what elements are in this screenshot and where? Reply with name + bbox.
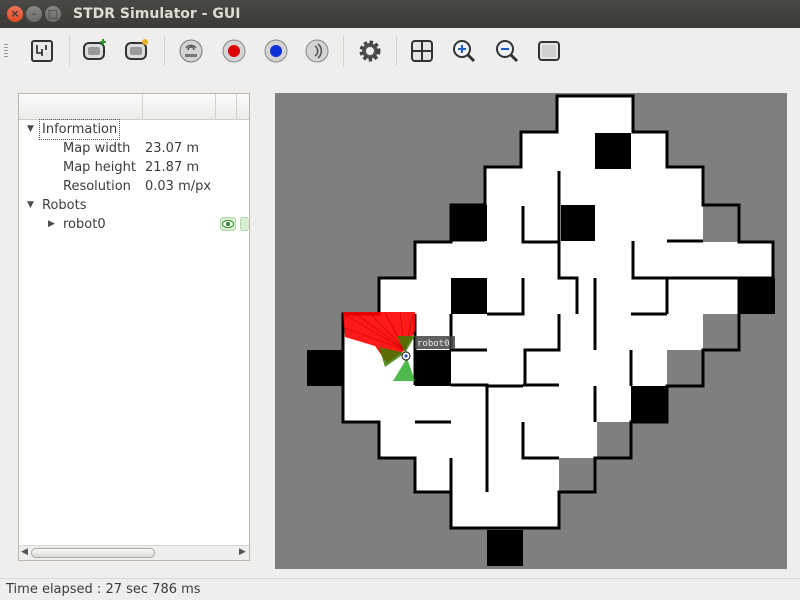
gear-icon: [359, 40, 381, 62]
load-map-button[interactable]: [28, 37, 56, 65]
tree-item-label: robot0: [63, 217, 106, 232]
map-view[interactable]: robot0: [275, 93, 787, 569]
grid-icon: [411, 40, 433, 62]
property-value: 21.87 m: [145, 160, 200, 175]
toolbar-separator: [69, 36, 70, 66]
tree-item-resolution[interactable]: Resolution 0.03 m/px: [19, 177, 249, 196]
fit-window-icon: [538, 41, 560, 61]
map-icon: [31, 40, 53, 62]
tree-item-robot0[interactable]: ▶ robot0: [19, 215, 249, 234]
scrollbar-thumb[interactable]: [31, 548, 155, 558]
maximize-window-button[interactable]: □: [45, 6, 61, 22]
info-tree: ▼ Information Map width 23.07 m Map heig…: [19, 119, 249, 545]
toolbar-separator: [343, 36, 344, 66]
add-sound-source-button[interactable]: [303, 37, 331, 65]
tree-item-map-width[interactable]: Map width 23.07 m: [19, 139, 249, 158]
grid-button[interactable]: [408, 37, 436, 65]
toolbar-separator: [164, 36, 165, 66]
add-thermal-source-button[interactable]: [262, 37, 290, 65]
load-robot-button[interactable]: [123, 37, 151, 65]
window-title: STDR Simulator - GUI: [73, 6, 241, 22]
header-column-divider[interactable]: [215, 94, 216, 120]
horizontal-scrollbar[interactable]: ◀ ▶: [19, 545, 249, 560]
property-label: Resolution: [63, 179, 131, 194]
scroll-left-icon[interactable]: ◀: [21, 547, 28, 557]
blue-dot-icon: [264, 39, 288, 63]
toolbar-separator: [396, 36, 397, 66]
collapse-arrow-icon[interactable]: ▼: [27, 196, 34, 215]
tree-item-label: Information: [38, 119, 121, 140]
zoom-out-button[interactable]: [493, 37, 521, 65]
title-bar: × – □ STDR Simulator - GUI: [0, 0, 800, 28]
time-elapsed-label: Time elapsed : 27 sec 786 ms: [6, 582, 201, 597]
rfid-icon: [179, 39, 203, 63]
tree-item-information[interactable]: ▼ Information: [19, 119, 249, 140]
close-window-button[interactable]: ×: [7, 6, 23, 22]
add-robot-button[interactable]: [81, 37, 109, 65]
robot-label-tag: robot0: [415, 336, 455, 349]
toolbar-grip[interactable]: [4, 44, 8, 58]
tree-item-map-height[interactable]: Map height 21.87 m: [19, 158, 249, 177]
red-dot-icon: [222, 39, 246, 63]
fit-view-button[interactable]: [535, 37, 563, 65]
property-value: 23.07 m: [145, 141, 200, 156]
toolbar: [0, 28, 800, 74]
property-label: Map width: [63, 141, 131, 156]
collapse-arrow-icon[interactable]: ▼: [27, 120, 34, 139]
add-rfid-button[interactable]: [177, 37, 205, 65]
zoom-in-button[interactable]: [450, 37, 478, 65]
property-label: Map height: [63, 160, 137, 175]
header-column-divider[interactable]: [142, 94, 143, 120]
add-co2-source-button[interactable]: [220, 37, 248, 65]
status-bar: Time elapsed : 27 sec 786 ms: [0, 578, 800, 600]
laser-visibility-eye-icon[interactable]: [240, 217, 249, 231]
zoom-out-icon: [496, 40, 519, 63]
map-canvas[interactable]: robot0: [275, 93, 787, 569]
sound-icon: [305, 39, 329, 63]
settings-button[interactable]: [356, 37, 384, 65]
expand-arrow-icon[interactable]: ▶: [48, 215, 55, 234]
info-tree-panel: ▼ Information Map width 23.07 m Map heig…: [18, 93, 250, 561]
zoom-in-icon: [453, 40, 476, 63]
tree-item-robots[interactable]: ▼ Robots: [19, 196, 249, 215]
tree-header: [19, 94, 249, 120]
minimize-window-button[interactable]: –: [26, 6, 42, 22]
robot-load-icon: [125, 39, 148, 60]
robot-marker[interactable]: [401, 351, 411, 361]
tree-item-label: Robots: [42, 198, 87, 213]
robot-label: robot0: [417, 339, 450, 349]
property-value: 0.03 m/px: [145, 179, 212, 194]
robot-add-icon: [83, 39, 106, 60]
header-column-divider[interactable]: [236, 94, 237, 120]
visibility-eye-icon[interactable]: [220, 217, 236, 231]
scroll-right-icon[interactable]: ▶: [239, 547, 246, 557]
